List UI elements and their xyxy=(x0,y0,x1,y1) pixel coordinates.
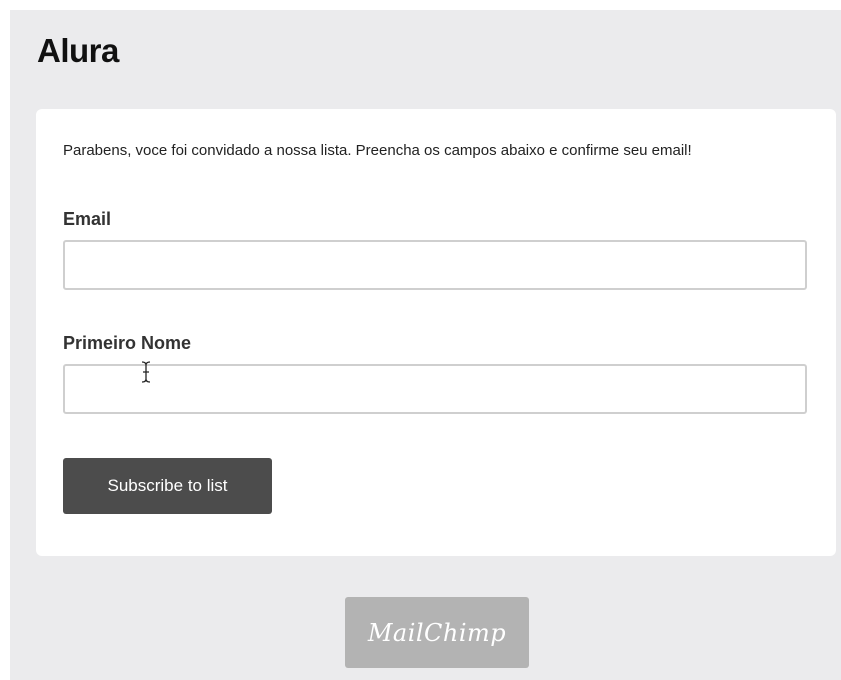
intro-text: Parabens, voce foi convidado a nossa lis… xyxy=(63,142,692,159)
mailchimp-logo: MailChimp xyxy=(367,618,507,647)
page-title: Alura xyxy=(37,32,119,69)
first-name-field[interactable] xyxy=(63,364,807,414)
email-field[interactable] xyxy=(63,240,807,290)
signup-form-card: Parabens, voce foi convidado a nossa lis… xyxy=(36,109,836,556)
subscribe-button[interactable]: Subscribe to list xyxy=(63,458,272,514)
page-background: Alura Parabens, voce foi convidado a nos… xyxy=(10,10,841,680)
email-label: Email xyxy=(63,209,112,229)
first-name-label: Primeiro Nome xyxy=(63,333,192,353)
mailchimp-badge[interactable]: MailChimp xyxy=(345,597,529,668)
text-cursor-icon xyxy=(141,361,151,383)
